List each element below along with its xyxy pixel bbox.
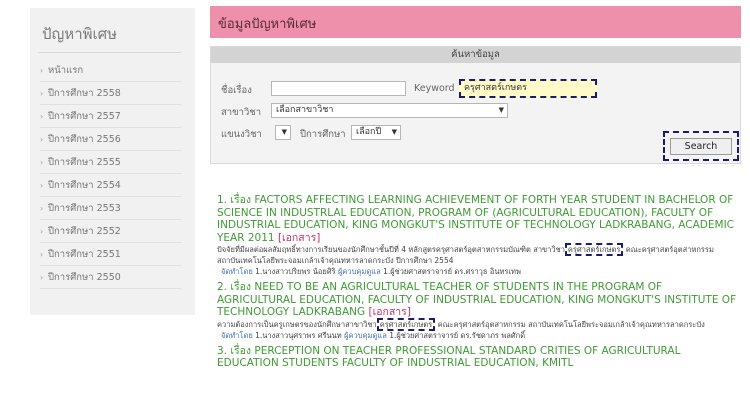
keyword-highlight: ครุศาสตร์เกษตร — [376, 317, 436, 331]
result-title-text: NEED TO BE AN AGRICULTURAL TEACHER OF ST… — [217, 281, 737, 318]
sidebar: ปัญหาพิเศษ › หน้าแรก › ปีการศึกษา 2558 › ปี… — [30, 8, 195, 315]
subject-input[interactable] — [271, 81, 406, 96]
sidebar-item-label: ปีการศึกษา 2551 — [48, 248, 121, 260]
keyword-input[interactable]: ครุศาสตร์เกษตร — [459, 79, 597, 98]
bullet-icon: › — [40, 88, 44, 98]
result-abstract: ความต้องการเป็นครูเกษตรของนักศึกษาสาขาวิ… — [217, 317, 737, 331]
bullet-icon: › — [40, 226, 44, 236]
sidebar-nav: › หน้าแรก › ปีการศึกษา 2558 › ปีการศึกษา 25… — [30, 53, 195, 289]
advisor-name: 1.ผู้ช่วยศาสตราจารย์ ดร.ศราวุธ อินทรเทพ — [383, 267, 521, 276]
major-select-value: เลือกสาขาวิชา — [276, 105, 334, 115]
sidebar-title: ปัญหาพิเศษ — [42, 25, 118, 43]
sidebar-item-label: ปีการศึกษา 2557 — [48, 110, 121, 122]
result-number: 1. — [217, 194, 228, 206]
major-select[interactable]: เลือกสาขาวิชา ▼ — [271, 103, 508, 118]
result-meta: จัดทำโดย 1.นางสาวนุศราพร ศรีนนท ผู้ควบคุ… — [217, 330, 737, 341]
sidebar-item-label: ปีการศึกษา 2555 — [48, 156, 121, 168]
sidebar-item-year-2553[interactable]: › ปีการศึกษา 2553 — [40, 197, 181, 220]
bullet-icon: › — [40, 203, 44, 213]
author-label: จัดทำโดย — [221, 267, 253, 276]
sidebar-item-year-2550[interactable]: › ปีการศึกษา 2550 — [40, 266, 181, 289]
category-select[interactable]: ▼ — [275, 125, 291, 140]
bullet-icon: › — [40, 111, 44, 121]
sidebar-item-year-2555[interactable]: › ปีการศึกษา 2555 — [40, 151, 181, 174]
year-select-value: เลือกปี — [356, 127, 382, 137]
bullet-icon: › — [40, 65, 44, 75]
major-label: สาขาวิชา — [221, 107, 262, 118]
author-name: 1.นางสาวนุศราพร ศรีนนท — [255, 330, 342, 340]
author-label: จัดทำโดย — [221, 330, 253, 340]
abstract-text: ความต้องการเป็นครูเกษตรของนักศึกษาสาขาวิ… — [217, 319, 377, 329]
sidebar-item-year-2551[interactable]: › ปีการศึกษา 2551 — [40, 243, 181, 266]
author-name: 1.นางสาวปริยพร น้อยศิริ — [255, 267, 336, 276]
sidebar-item-label: ปีการศึกษา 2553 — [48, 202, 121, 214]
search-panel-title: ค้นหาข้อมูล — [211, 47, 740, 63]
chevron-down-icon: ▼ — [281, 128, 287, 136]
result-item: 1. เรื่อง FACTORS AFFECTING LEARNING ACH… — [217, 194, 737, 277]
bullet-icon: › — [40, 272, 44, 282]
year-label: ปีการศึกษา — [300, 129, 346, 140]
search-button[interactable]: Search — [670, 138, 732, 155]
chevron-down-icon: ▼ — [498, 106, 504, 114]
result-item: 3. เรื่อง PERCEPTION ON TEACHER PROFESSI… — [217, 345, 737, 370]
sidebar-item-year-2558[interactable]: › ปีการศึกษา 2558 — [40, 82, 181, 105]
result-item: 2. เรื่อง NEED TO BE AN AGRICULTURAL TEA… — [217, 281, 737, 341]
bullet-icon: › — [40, 134, 44, 144]
advisor-name: 1.ผู้ช่วยศาสตราจารย์ ดร.รัชดาภร พลศักดิ์ — [389, 330, 526, 340]
results-list: 1. เรื่อง FACTORS AFFECTING LEARNING ACH… — [217, 194, 737, 374]
sidebar-item-year-2557[interactable]: › ปีการศึกษา 2557 — [40, 105, 181, 128]
bullet-icon: › — [40, 249, 44, 259]
result-prefix: เรื่อง — [230, 281, 252, 293]
sidebar-item-label: ปีการศึกษา 2554 — [48, 179, 121, 191]
sidebar-item-home[interactable]: › หน้าแรก — [40, 59, 181, 82]
sidebar-item-label: ปีการศึกษา 2552 — [48, 225, 121, 237]
abstract-text: ปัจจัยที่มีผลต่อผลสัมฤทธิ์ทางการเรียนของ… — [217, 245, 565, 254]
result-meta: จัดทำโดย 1.นางสาวปริยพร น้อยศิริ ผู้ควบค… — [217, 266, 737, 277]
page-header: ข้อมูลปัญหาพิเศษ — [210, 6, 741, 38]
result-title-text: PERCEPTION ON TEACHER PROFESSIONAL STAND… — [217, 344, 681, 370]
search-panel: ค้นหาข้อมูล ชื่อเรื่อง Keyword ครุศาสตร์… — [210, 46, 741, 164]
result-title[interactable]: 2. เรื่อง NEED TO BE AN AGRICULTURAL TEA… — [217, 281, 737, 319]
keyword-highlight: ครุศาสตร์เกษตร — [564, 243, 624, 256]
category-label: แขนงวิชา — [221, 129, 262, 140]
sidebar-item-label: ปีการศึกษา 2558 — [48, 87, 121, 99]
sidebar-item-year-2552[interactable]: › ปีการศึกษา 2552 — [40, 220, 181, 243]
search-button-highlight: Search — [663, 131, 739, 161]
year-select[interactable]: เลือกปี ▼ — [351, 125, 401, 140]
sidebar-item-year-2556[interactable]: › ปีการศึกษา 2556 — [40, 128, 181, 151]
result-number: 3. — [217, 344, 228, 357]
advisor-label: ผู้ควบคุมดูแล — [338, 267, 381, 276]
document-link[interactable]: [เอกสาร] — [278, 232, 320, 244]
result-prefix: เรื่อง — [230, 344, 252, 357]
advisor-label: ผู้ควบคุมดูแล — [344, 330, 387, 340]
result-title[interactable]: 3. เรื่อง PERCEPTION ON TEACHER PROFESSI… — [217, 345, 737, 370]
sidebar-item-label: ปีการศึกษา 2550 — [48, 271, 121, 283]
sidebar-item-year-2554[interactable]: › ปีการศึกษา 2554 — [40, 174, 181, 197]
result-title[interactable]: 1. เรื่อง FACTORS AFFECTING LEARNING ACH… — [217, 194, 737, 244]
subject-label: ชื่อเรื่อง — [221, 85, 252, 96]
sidebar-item-label: ปีการศึกษา 2556 — [48, 133, 121, 145]
abstract-text: คณะครุศาสตร์อุตสาหกรรม สถาบันเทคโนโลยีพร… — [437, 319, 705, 329]
chevron-down-icon: ▼ — [391, 128, 397, 136]
result-number: 2. — [217, 281, 228, 293]
keyword-label: Keyword — [414, 83, 455, 94]
result-abstract: ปัจจัยที่มีผลต่อผลสัมฤทธิ์ทางการเรียนของ… — [217, 243, 737, 266]
result-prefix: เรื่อง — [230, 194, 252, 206]
sidebar-item-label: หน้าแรก — [48, 64, 84, 76]
document-link[interactable]: [เอกสาร] — [369, 306, 411, 318]
bullet-icon: › — [40, 180, 44, 190]
bullet-icon: › — [40, 157, 44, 167]
page-title: ข้อมูลปัญหาพิเศษ — [218, 17, 317, 32]
